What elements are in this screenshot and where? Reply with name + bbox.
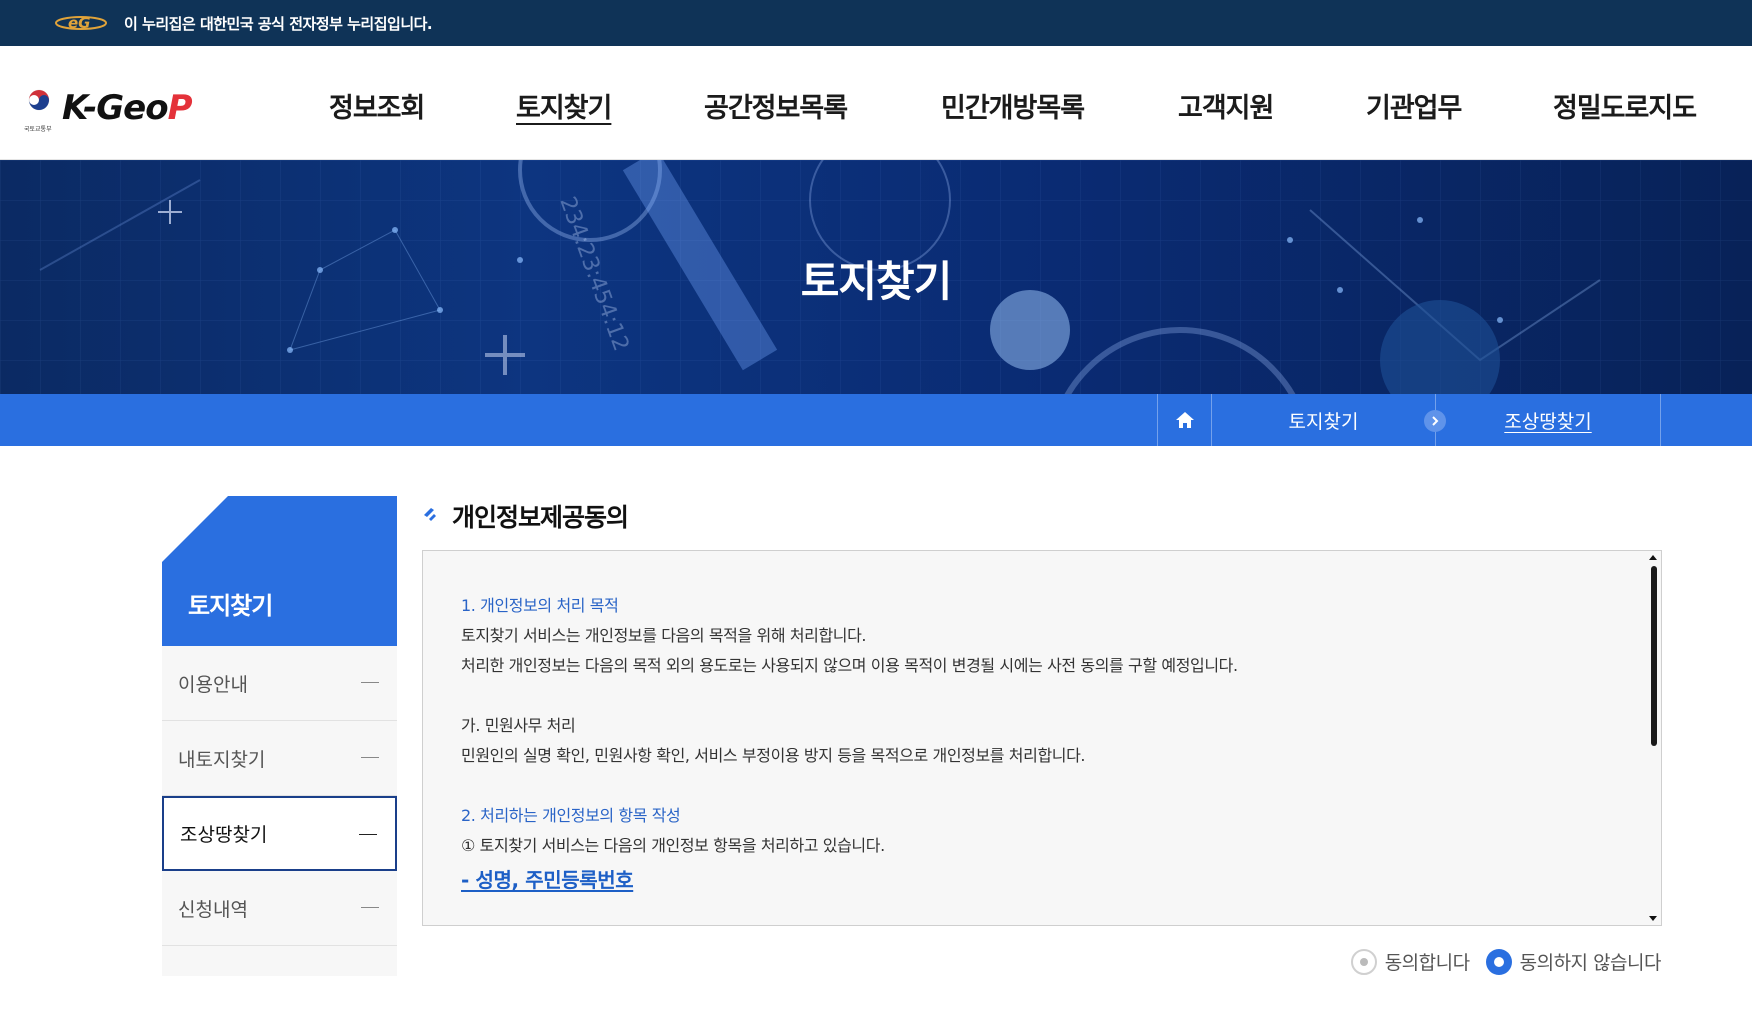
scroll-down-arrow-icon[interactable] <box>1649 916 1657 921</box>
sidebar-item-label: 내토지찾기 <box>178 748 266 771</box>
radio-label: 동의하지 않습니다 <box>1519 952 1662 974</box>
breadcrumb-level1[interactable]: 토지찾기 <box>1212 394 1436 446</box>
section-header: 개인정보제공동의 <box>422 498 629 534</box>
section-bullet-icon <box>424 508 436 521</box>
section-title: 개인정보제공동의 <box>452 503 629 532</box>
scroll-thumb[interactable] <box>1651 566 1657 746</box>
breadcrumb: 토지찾기 조상땅찾기 <box>0 394 1752 446</box>
nav-item-land-search[interactable]: 토지찾기 <box>516 86 612 125</box>
terms-heading-2: 2. 처리하는 개인정보의 항목 작성 <box>461 806 681 825</box>
nav-item-private-open-list[interactable]: 민간개방목록 <box>941 86 1085 125</box>
radio-button-selected-icon <box>1485 948 1512 975</box>
main-navigation: 정보조회 토지찾기 공간정보목록 민간개방목록 고객지원 기관업무 정밀도로지도 <box>0 86 1752 126</box>
hero-title: 토지찾기 <box>800 257 953 306</box>
home-icon <box>1175 412 1194 428</box>
breadcrumb-level2[interactable]: 조상땅찾기 <box>1436 394 1661 446</box>
sidebar-item-label: 조상땅찾기 <box>180 824 268 846</box>
breadcrumb-home[interactable] <box>1157 394 1212 446</box>
minus-icon <box>361 682 379 683</box>
gov-banner-text: 이 누리집은 대한민국 공식 전자정부 누리집입니다. <box>124 14 433 33</box>
sidebar-item-application-history[interactable]: 신청내역 <box>162 871 397 946</box>
consent-agree-radio[interactable]: 동의합니다 <box>1350 948 1470 975</box>
sidebar-header: 토지찾기 <box>162 496 397 646</box>
sidebar-title: 토지찾기 <box>188 592 273 620</box>
gov-banner: eG 이 누리집은 대한민국 공식 전자정부 누리집입니다. <box>0 0 1752 46</box>
privacy-terms-box[interactable]: 1. 개인정보의 처리 목적 토지찾기 서비스는 개인정보를 다음의 목적을 위… <box>422 550 1662 926</box>
terms-scrollbar[interactable] <box>1645 551 1661 925</box>
terms-item-link[interactable]: - 성명, 주민등록번호 <box>461 865 634 895</box>
nav-item-customer-support[interactable]: 고객지원 <box>1178 86 1274 125</box>
consent-radio-group: 동의합니다 동의하지 않습니다 <box>1335 948 1662 975</box>
terms-subheading: 가. 민원사무 처리 <box>461 716 576 735</box>
hero-banner: 234:23:454:12 토지찾기 <box>0 160 1752 394</box>
minus-icon <box>359 834 377 835</box>
sidebar-item-label: 이용안내 <box>178 673 248 696</box>
nav-item-precision-road-map[interactable]: 정밀도로지도 <box>1553 86 1697 125</box>
minus-icon <box>361 757 379 758</box>
scroll-up-arrow-icon[interactable] <box>1649 555 1657 560</box>
sidebar: 토지찾기 이용안내 내토지찾기 조상땅찾기 신청내역 <box>162 496 397 976</box>
sidebar-item-my-land-search[interactable]: 내토지찾기 <box>162 721 397 796</box>
radio-button-icon <box>1350 948 1377 975</box>
privacy-terms-content: 1. 개인정보의 처리 목적 토지찾기 서비스는 개인정보를 다음의 목적을 위… <box>461 591 1601 897</box>
sidebar-item-ancestor-land-search[interactable]: 조상땅찾기 <box>162 796 397 871</box>
terms-paragraph: ① 토지찾기 서비스는 다음의 개인정보 항목을 처리하고 있습니다. <box>461 836 885 855</box>
egov-logo-icon: eG <box>55 14 107 32</box>
radio-label: 동의합니다 <box>1384 952 1470 974</box>
nav-item-spatial-info-list[interactable]: 공간정보목록 <box>704 86 848 125</box>
minus-icon <box>361 907 379 908</box>
consent-disagree-radio[interactable]: 동의하지 않습니다 <box>1485 948 1662 975</box>
nav-item-agency-work[interactable]: 기관업무 <box>1366 86 1462 125</box>
terms-heading-1: 1. 개인정보의 처리 목적 <box>461 596 619 615</box>
nav-item-info-lookup[interactable]: 정보조회 <box>329 86 425 125</box>
terms-paragraph: 민원인의 실명 확인, 민원사항 확인, 서비스 부정이용 방지 등을 목적으로… <box>461 746 1086 765</box>
sidebar-item-usage-guide[interactable]: 이용안내 <box>162 646 397 721</box>
terms-paragraph: 토지찾기 서비스는 개인정보를 다음의 목적을 위해 처리합니다. <box>461 626 867 645</box>
sidebar-item-label: 신청내역 <box>178 898 248 921</box>
terms-paragraph: 처리한 개인정보는 다음의 목적 외의 용도로는 사용되지 않으며 이용 목적이… <box>461 656 1238 675</box>
site-header: 국토교통부 K-GeoP 정보조회 토지찾기 공간정보목록 민간개방목록 고객지… <box>0 46 1752 160</box>
svg-text:eG: eG <box>68 14 91 32</box>
